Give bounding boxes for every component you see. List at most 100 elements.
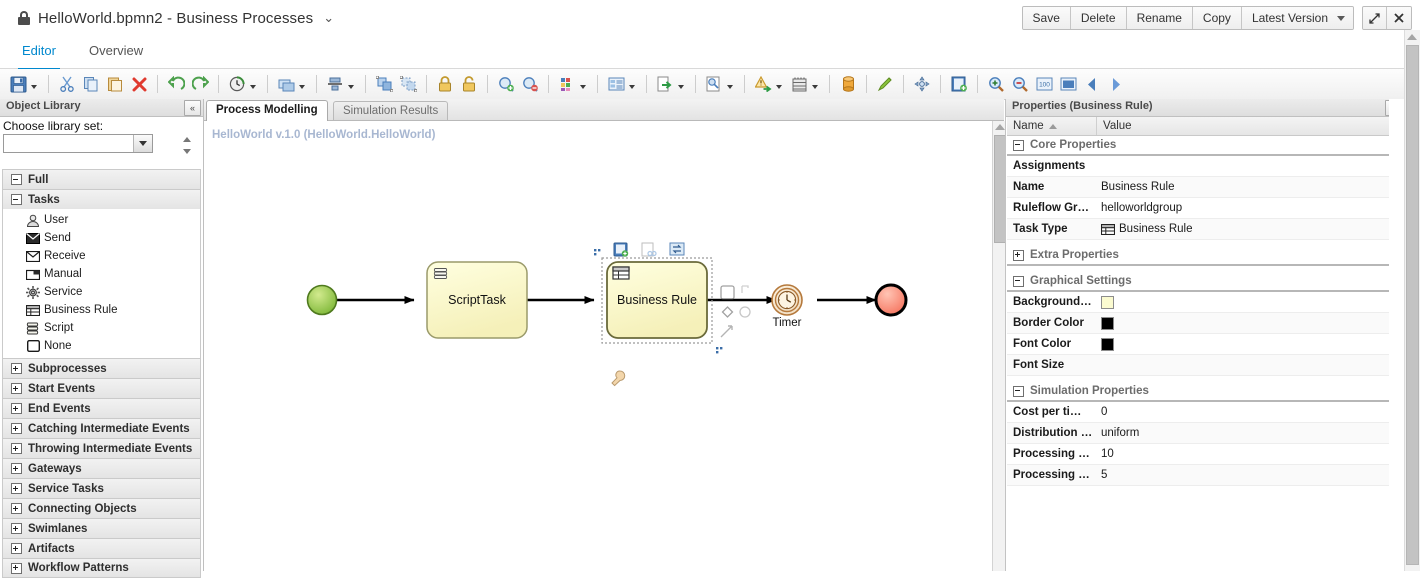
section-core-properties[interactable]: Core Properties xyxy=(1007,136,1393,156)
zoom-add-icon[interactable] xyxy=(495,73,517,95)
color-palette-dropdown-caret[interactable] xyxy=(580,85,586,89)
inspect-dropdown-caret[interactable] xyxy=(727,85,733,89)
save-dropdown-caret[interactable] xyxy=(31,85,37,89)
grid-dropdown-caret[interactable] xyxy=(812,85,818,89)
shape-style-icon[interactable] xyxy=(275,73,297,95)
spinner-down-icon[interactable] xyxy=(178,146,195,159)
property-row[interactable]: Font Color xyxy=(1007,334,1393,355)
properties-view-dropdown-caret[interactable] xyxy=(629,85,635,89)
collapse-toggle-icon[interactable] xyxy=(11,194,22,205)
property-row[interactable]: Cost per ti… 0 xyxy=(1007,402,1393,423)
property-value[interactable]: 10 xyxy=(1097,448,1393,460)
property-value[interactable] xyxy=(1097,295,1393,309)
property-value[interactable]: helloworldgroup xyxy=(1097,202,1393,214)
context-action-copy-icon[interactable] xyxy=(641,242,657,257)
context-action-swap-icon[interactable] xyxy=(669,242,685,256)
group-icon[interactable] xyxy=(373,73,395,95)
align-icon[interactable] xyxy=(324,73,346,95)
section-simulation-properties[interactable]: Simulation Properties xyxy=(1007,382,1393,402)
collapse-toggle-icon[interactable] xyxy=(1013,275,1024,287)
expand-toggle-icon[interactable] xyxy=(11,463,22,474)
property-value[interactable]: uniform xyxy=(1097,427,1393,439)
fit-screen-icon[interactable] xyxy=(1057,73,1079,95)
library-set-select[interactable] xyxy=(3,134,153,153)
validate-icon[interactable] xyxy=(752,73,774,95)
script-task-node[interactable]: ScriptTask xyxy=(426,261,528,339)
expand-toggle-icon[interactable] xyxy=(11,383,22,394)
collapse-toggle-icon[interactable] xyxy=(1013,139,1024,151)
library-group-start-events[interactable]: Start Events xyxy=(2,378,201,398)
bpmn-canvas[interactable]: HelloWorld v.1.0 (HelloWorld.HelloWorld) xyxy=(204,121,992,571)
expand-toggle-icon[interactable] xyxy=(11,562,22,574)
context-action-wrench-icon[interactable] xyxy=(611,370,626,387)
cut-icon[interactable] xyxy=(56,73,78,95)
property-row[interactable]: Task Type Business Rule xyxy=(1007,219,1393,240)
save-button[interactable]: Save xyxy=(1022,7,1071,29)
library-group-swimlanes[interactable]: Swimlanes xyxy=(2,518,201,538)
expand-toggle-icon[interactable] xyxy=(11,543,22,554)
shape-style-dropdown-caret[interactable] xyxy=(299,85,305,89)
property-value[interactable] xyxy=(1097,337,1393,351)
library-item-none[interactable]: None xyxy=(3,337,200,355)
library-item-user[interactable]: User xyxy=(3,211,200,229)
column-header-name[interactable]: Name xyxy=(1007,117,1097,135)
property-row[interactable]: Font Size xyxy=(1007,355,1393,376)
library-group-artifacts[interactable]: Artifacts xyxy=(2,538,201,558)
export-dropdown-caret[interactable] xyxy=(678,85,684,89)
library-group-gateways[interactable]: Gateways xyxy=(2,458,201,478)
lock-icon[interactable] xyxy=(434,73,456,95)
property-value[interactable] xyxy=(1097,316,1393,330)
expand-toggle-icon[interactable] xyxy=(11,503,22,514)
back-icon[interactable] xyxy=(1081,73,1103,95)
color-swatch[interactable] xyxy=(1101,295,1114,309)
zoom-in-icon[interactable] xyxy=(985,73,1007,95)
grid-icon[interactable] xyxy=(788,73,810,95)
unlock-icon[interactable] xyxy=(458,73,480,95)
export-icon[interactable] xyxy=(654,73,676,95)
zoom-100-icon[interactable]: 100 xyxy=(1033,73,1055,95)
rename-button[interactable]: Rename xyxy=(1126,7,1193,29)
expand-toggle-icon[interactable] xyxy=(11,483,22,494)
color-palette-icon[interactable] xyxy=(556,73,578,95)
copy-icon[interactable] xyxy=(80,73,102,95)
library-item-send[interactable]: Send xyxy=(3,229,200,247)
zoom-out-icon[interactable] xyxy=(1009,73,1031,95)
scroll-up-icon[interactable] xyxy=(1407,34,1417,40)
expand-toggle-icon[interactable] xyxy=(11,443,22,454)
scroll-up-icon[interactable] xyxy=(995,124,1005,130)
library-group-workflow-patterns[interactable]: Workflow Patterns xyxy=(2,558,201,578)
library-group-tasks[interactable]: Tasks xyxy=(2,189,201,209)
library-group-subprocesses[interactable]: Subprocesses xyxy=(2,358,201,378)
history-icon[interactable] xyxy=(226,73,248,95)
tab-overview[interactable]: Overview xyxy=(85,36,147,68)
property-value[interactable]: 5 xyxy=(1097,469,1393,481)
property-row[interactable]: Ruleflow Gr… helloworldgroup xyxy=(1007,198,1393,219)
spinner-up-icon[interactable] xyxy=(178,133,195,146)
chevron-down-icon[interactable]: ⌄ xyxy=(323,10,334,26)
properties-view-icon[interactable] xyxy=(605,73,627,95)
redo-icon[interactable] xyxy=(189,73,211,95)
library-group-connecting-objects[interactable]: Connecting Objects xyxy=(2,498,201,518)
library-item-service[interactable]: Service xyxy=(3,283,200,301)
validate-dropdown-caret[interactable] xyxy=(776,85,782,89)
version-dropdown-button[interactable]: Latest Version xyxy=(1241,7,1353,29)
context-palette[interactable] xyxy=(720,285,751,338)
property-row[interactable]: Background… xyxy=(1007,292,1393,313)
expand-toggle-icon[interactable] xyxy=(11,363,22,374)
delete-button[interactable]: Delete xyxy=(1070,7,1127,29)
property-row[interactable]: Name Business Rule xyxy=(1007,177,1393,198)
pen-icon[interactable] xyxy=(874,73,896,95)
page-vertical-scrollbar[interactable] xyxy=(1404,30,1420,571)
collapse-left-icon[interactable]: « xyxy=(184,100,201,116)
property-value[interactable]: 0 xyxy=(1097,406,1393,418)
undo-icon[interactable] xyxy=(165,73,187,95)
save-icon[interactable] xyxy=(7,73,29,95)
library-item-receive[interactable]: Receive xyxy=(3,247,200,265)
column-header-value[interactable]: Value xyxy=(1097,117,1393,135)
align-dropdown-caret[interactable] xyxy=(348,85,354,89)
library-spinner[interactable] xyxy=(178,133,195,158)
move-icon[interactable] xyxy=(911,73,933,95)
expand-toggle-icon[interactable] xyxy=(11,523,22,534)
end-event-node[interactable] xyxy=(874,283,908,317)
property-row[interactable]: Processing … 5 xyxy=(1007,465,1393,486)
